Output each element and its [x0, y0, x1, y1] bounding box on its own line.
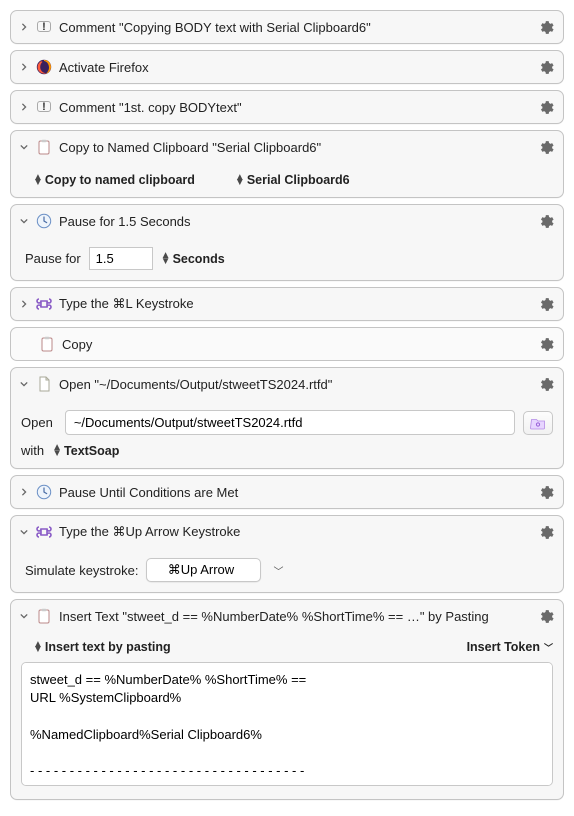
document-icon — [36, 376, 52, 392]
disclosure-expanded[interactable] — [19, 142, 29, 152]
keystroke-field[interactable]: ⌘Up Arrow — [146, 558, 261, 582]
keystroke-value: ⌘Up Arrow — [168, 562, 234, 577]
choose-folder-button[interactable] — [523, 411, 553, 435]
pause-value-input[interactable] — [89, 247, 153, 270]
gear-icon[interactable] — [535, 482, 555, 502]
disclosure-expanded[interactable] — [19, 379, 29, 389]
updown-icon: ▲▼ — [161, 253, 171, 264]
firefox-icon — [36, 59, 52, 75]
dropdown-text: Copy to named clipboard — [45, 173, 195, 187]
copy-mode-dropdown[interactable]: ▲▼ Copy to named clipboard — [33, 173, 195, 187]
comment-icon — [36, 19, 52, 35]
disclosure-collapsed[interactable] — [19, 62, 29, 72]
clock-icon — [36, 484, 52, 500]
action-type-cmd-up[interactable]: Type the ⌘Up Arrow Keystroke Simulate ke… — [10, 515, 564, 593]
gear-icon[interactable] — [535, 137, 555, 157]
pause-label: Pause for — [25, 251, 81, 266]
gear-icon[interactable] — [535, 97, 555, 117]
gear-icon[interactable] — [535, 522, 555, 542]
updown-icon: ▲▼ — [33, 642, 43, 653]
action-title: Insert Text "stweet_d == %NumberDate% %S… — [59, 609, 528, 624]
action-title: Open "~/Documents/Output/stweetTS2024.rt… — [59, 377, 528, 392]
disclosure-collapsed[interactable] — [19, 22, 29, 32]
action-copy-named-clipboard[interactable]: Copy to Named Clipboard "Serial Clipboar… — [10, 130, 564, 198]
action-comment-1[interactable]: Comment "Copying BODY text with Serial C… — [10, 10, 564, 44]
action-title: Type the ⌘L Keystroke — [59, 296, 528, 312]
open-label: Open — [21, 415, 57, 430]
action-title: Copy — [62, 337, 528, 352]
gear-icon[interactable] — [535, 374, 555, 394]
clipboard-icon — [36, 608, 52, 624]
action-copy[interactable]: Copy — [10, 327, 564, 361]
action-open-file[interactable]: Open "~/Documents/Output/stweetTS2024.rt… — [10, 367, 564, 469]
pause-unit-dropdown[interactable]: ▲▼ Seconds — [161, 252, 225, 266]
action-insert-text[interactable]: Insert Text "stweet_d == %NumberDate% %S… — [10, 599, 564, 800]
clipboard-icon — [36, 139, 52, 155]
updown-icon: ▲▼ — [33, 175, 43, 186]
comment-icon — [36, 99, 52, 115]
disclosure-expanded[interactable] — [19, 527, 29, 537]
command-icon — [36, 524, 52, 540]
open-path-input[interactable] — [65, 410, 515, 435]
clock-icon — [36, 213, 52, 229]
simulate-label: Simulate keystroke: — [25, 563, 138, 578]
dropdown-text: Seconds — [173, 252, 225, 266]
dropdown-text: Insert text by pasting — [45, 640, 171, 654]
insert-token-dropdown[interactable]: Insert Token ﹀ — [467, 640, 553, 654]
chevron-down-icon: ﹀ — [544, 641, 553, 654]
with-label: with — [21, 443, 44, 458]
action-title: Type the ⌘Up Arrow Keystroke — [59, 524, 528, 540]
action-title: Pause Until Conditions are Met — [59, 485, 528, 500]
action-title: Copy to Named Clipboard "Serial Clipboar… — [59, 140, 528, 155]
disclosure-collapsed[interactable] — [19, 102, 29, 112]
action-title: Activate Firefox — [59, 60, 528, 75]
action-title: Pause for 1.5 Seconds — [59, 214, 528, 229]
gear-icon[interactable] — [535, 17, 555, 37]
insert-token-label: Insert Token — [467, 640, 540, 654]
dropdown-text: TextSoap — [64, 444, 119, 458]
chevron-down-icon[interactable]: ﹀ — [273, 563, 283, 578]
open-with-app-dropdown[interactable]: ▲▼ TextSoap — [52, 444, 119, 458]
action-title: Comment "Copying BODY text with Serial C… — [59, 20, 528, 35]
insert-mode-dropdown[interactable]: ▲▼ Insert text by pasting — [33, 640, 171, 654]
action-type-cmd-l[interactable]: Type the ⌘L Keystroke — [10, 287, 564, 321]
command-icon — [36, 296, 52, 312]
gear-icon[interactable] — [535, 57, 555, 77]
action-pause-until[interactable]: Pause Until Conditions are Met — [10, 475, 564, 509]
updown-icon: ▲▼ — [235, 175, 245, 186]
gear-icon[interactable] — [535, 294, 555, 314]
gear-icon[interactable] — [535, 211, 555, 231]
clipboard-name-dropdown[interactable]: ▲▼ Serial Clipboard6 — [235, 173, 350, 187]
disclosure-expanded[interactable] — [19, 216, 29, 226]
updown-icon: ▲▼ — [52, 445, 62, 456]
action-pause[interactable]: Pause for 1.5 Seconds Pause for ▲▼ Secon… — [10, 204, 564, 281]
insert-text-content[interactable] — [21, 662, 553, 786]
clipboard-icon — [39, 336, 55, 352]
action-title: Comment "1st. copy BODYtext" — [59, 100, 528, 115]
gear-icon[interactable] — [535, 606, 555, 626]
dropdown-text: Serial Clipboard6 — [247, 173, 350, 187]
action-activate-firefox[interactable]: Activate Firefox — [10, 50, 564, 84]
action-comment-2[interactable]: Comment "1st. copy BODYtext" — [10, 90, 564, 124]
disclosure-collapsed[interactable] — [19, 487, 29, 497]
disclosure-expanded[interactable] — [19, 611, 29, 621]
gear-icon[interactable] — [535, 334, 555, 354]
disclosure-collapsed[interactable] — [19, 299, 29, 309]
